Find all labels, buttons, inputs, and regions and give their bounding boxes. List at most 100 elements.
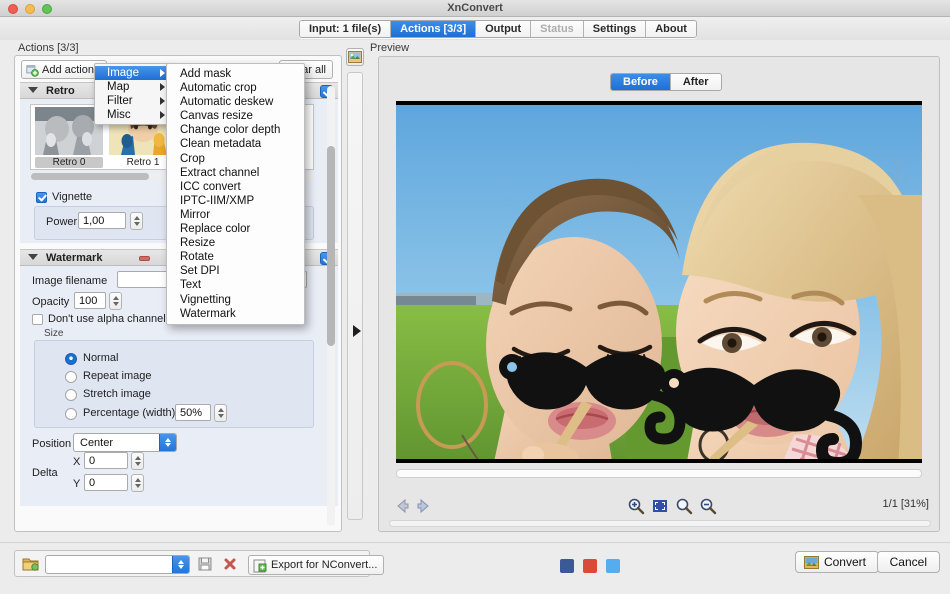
convert-button[interactable]: Convert [795,551,879,573]
submenu-item-add-mask[interactable]: Add mask [167,67,304,81]
tab-status[interactable]: Status [531,21,584,37]
opacity-label: Opacity [32,296,69,308]
remove-action-button-watermark[interactable] [139,256,150,261]
menu-item-map[interactable]: Map [95,80,171,94]
delta-y-input[interactable]: 0 [84,474,128,491]
splitter-handle[interactable] [347,72,363,520]
export-nconvert-button[interactable]: Export for NConvert... [248,555,384,575]
delta-x-stepper[interactable] [131,452,144,470]
save-preset-icon[interactable] [198,557,212,571]
open-preset-folder-icon[interactable] [22,556,39,572]
preview-toggle-button[interactable] [346,48,364,66]
submenu-item-set-dpi[interactable]: Set DPI [167,264,304,278]
facebook-icon[interactable] [560,559,574,573]
preview-mode-toggle[interactable]: Before After [610,73,722,91]
preview-horizontal-scrollbar[interactable] [396,469,922,478]
tab-about[interactable]: About [646,21,696,37]
menu-item-misc[interactable]: Misc [95,108,171,122]
bottom-bar: Export for NConvert... Convert Cancel [0,542,950,594]
submenu-item-canvas-resize[interactable]: Canvas resize [167,109,304,123]
position-value: Center [80,437,113,449]
actions-pane-label: Actions [3/3] [18,42,79,54]
menu-item-filter[interactable]: Filter [95,94,171,108]
submenu-arrow-icon [160,97,165,105]
collapse-triangle-icon[interactable] [28,254,38,260]
section-title-retro: Retro [46,83,75,100]
next-image-icon[interactable] [415,497,433,515]
window-title: XnConvert [0,0,950,17]
preview-frame: Before After [378,56,940,532]
delta-y-stepper[interactable] [131,474,144,492]
size-radio-normal[interactable] [65,353,77,365]
actions-list-scrollbar[interactable] [327,86,335,526]
percentage-input[interactable]: 50% [175,404,211,421]
collapse-right-arrow-icon[interactable] [353,325,361,337]
actual-size-icon[interactable] [675,497,693,515]
submenu-item-automatic-crop[interactable]: Automatic crop [167,81,304,95]
tab-output[interactable]: Output [476,21,531,37]
power-input[interactable]: 1,00 [78,212,126,229]
collapse-triangle-icon[interactable] [28,87,38,93]
fit-to-window-icon[interactable] [651,497,669,515]
tab-input[interactable]: Input: 1 file(s) [300,21,391,37]
submenu-item-icc-convert[interactable]: ICC convert [167,180,304,194]
submenu-arrow-icon [160,69,165,77]
size-label-normal: Normal [83,352,118,364]
submenu-item-extract-channel[interactable]: Extract channel [167,166,304,180]
tab-actions[interactable]: Actions [3/3] [391,21,476,37]
preview-before-button[interactable]: Before [611,74,671,90]
preset-label-retro0[interactable]: Retro 0 [35,157,103,168]
size-radio-stretch[interactable] [65,389,77,401]
opacity-input[interactable]: 100 [74,292,106,309]
percentage-stepper[interactable] [214,404,227,422]
size-label-stretch: Stretch image [83,388,151,400]
position-select[interactable]: Center [73,433,177,452]
menu-item-map-label: Map [107,81,129,93]
zoom-in-icon[interactable] [627,497,645,515]
menu-item-filter-label: Filter [107,95,133,107]
submenu-item-text[interactable]: Text [167,278,304,292]
previous-image-icon[interactable] [393,497,411,515]
pane-splitter[interactable] [346,48,364,532]
tab-settings[interactable]: Settings [584,21,646,37]
preview-bottom-scrollbar[interactable] [389,520,931,527]
retro-strip-scroll-thumb[interactable] [31,173,149,180]
submenu-item-iptc-iim-xmp[interactable]: IPTC-IIM/XMP [167,194,304,208]
zoom-out-icon[interactable] [699,497,717,515]
preview-after-button[interactable]: After [671,74,721,90]
cancel-button[interactable]: Cancel [877,551,940,573]
image-actions-submenu[interactable]: Add mask Automatic crop Automatic deskew… [166,63,305,325]
actions-list-scroll-thumb[interactable] [327,146,335,346]
menu-item-image[interactable]: Image [95,66,171,80]
opacity-stepper[interactable] [109,292,122,310]
submenu-item-resize[interactable]: Resize [167,236,304,250]
xnconvert-window: XnConvert Input: 1 file(s) Actions [3/3]… [0,0,950,594]
preset-select[interactable] [45,555,190,574]
size-label-percentage: Percentage (width) [83,407,175,419]
alpha-channel-checkbox[interactable] [32,314,43,325]
submenu-item-change-color-depth[interactable]: Change color depth [167,123,304,137]
size-radio-percentage[interactable] [65,408,77,420]
submenu-item-clean-metadata[interactable]: Clean metadata [167,137,304,151]
power-stepper[interactable] [130,212,143,230]
twitter-icon[interactable] [606,559,620,573]
preview-pane: Preview [368,40,940,532]
chevron-updown-icon[interactable] [159,434,176,451]
delta-label: Delta [32,467,58,479]
size-radio-repeat[interactable] [65,371,77,383]
googleplus-icon[interactable] [583,559,597,573]
submenu-item-watermark[interactable]: Watermark [167,307,304,321]
chevron-updown-icon[interactable] [172,556,189,573]
submenu-item-crop[interactable]: Crop [167,152,304,166]
delta-x-input[interactable]: 0 [84,452,128,469]
preview-image[interactable] [396,101,922,463]
preset-thumbnail-retro0[interactable] [35,107,103,155]
vignette-checkbox[interactable] [36,192,47,203]
submenu-item-automatic-deskew[interactable]: Automatic deskew [167,95,304,109]
submenu-item-vignetting[interactable]: Vignetting [167,293,304,307]
submenu-item-replace-color[interactable]: Replace color [167,222,304,236]
submenu-item-mirror[interactable]: Mirror [167,208,304,222]
submenu-item-rotate[interactable]: Rotate [167,250,304,264]
delete-preset-icon[interactable] [223,557,237,571]
add-action-menu[interactable]: Image Map Filter Misc [94,63,172,125]
